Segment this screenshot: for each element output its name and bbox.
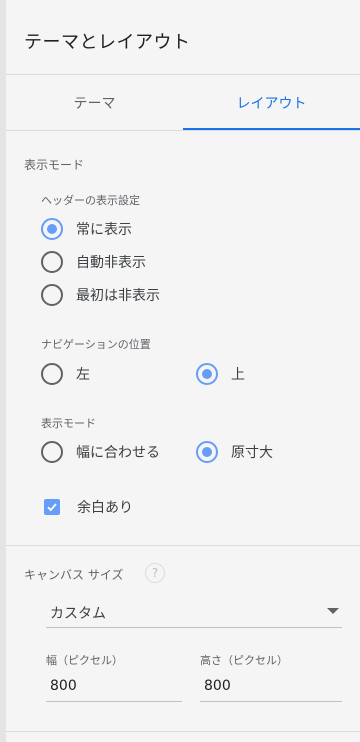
radio-label: 上 [231,367,245,383]
radio-auto-hide[interactable]: 自動非表示 [41,251,146,273]
margin-checkbox[interactable]: 余白あり [44,497,133,517]
radio-label: 最初は非表示 [76,288,160,304]
width-input[interactable]: 800 [46,674,182,702]
radio-fit-width[interactable]: 幅に合わせる [41,441,160,463]
tab-layout[interactable]: レイアウト [183,74,360,131]
radio-nav-left[interactable]: 左 [41,363,90,385]
divider [6,545,360,546]
select-value: カスタム [50,606,106,622]
tab-theme[interactable]: テーマ [6,74,183,131]
radio-unchecked-icon [41,251,63,273]
radio-label: 幅に合わせる [76,445,160,461]
canvas-size-select[interactable]: カスタム [46,594,342,628]
view-mode-label: 表示モード [41,417,96,430]
radio-label: 左 [76,367,90,383]
help-icon[interactable]: ? [145,563,165,583]
radio-label: 常に表示 [76,222,132,238]
radio-checked-icon [41,218,63,240]
header-settings-label: ヘッダーの表示設定 [41,194,140,207]
nav-position-label: ナビゲーションの位置 [41,338,151,351]
radio-label: 原寸大 [231,445,273,461]
panel-title: テーマとレイアウト [24,32,191,53]
tab-bar: テーマ レイアウト [6,74,360,131]
canvas-size-heading: キャンバス サイズ [24,568,124,582]
divider [6,731,360,732]
radio-label: 自動非表示 [76,255,146,271]
radio-unchecked-icon [41,284,63,306]
width-label: 幅（ピクセル） [46,654,123,667]
radio-checked-icon [196,363,218,385]
radio-always-show[interactable]: 常に表示 [41,218,132,240]
radio-nav-top[interactable]: 上 [196,363,245,385]
height-input[interactable]: 800 [200,674,342,702]
radio-unchecked-icon [41,363,63,385]
divider [6,130,360,131]
display-mode-heading: 表示モード [24,158,85,172]
radio-checked-icon [196,441,218,463]
theme-layout-panel: テーマとレイアウト テーマ レイアウト 表示モード ヘッダーの表示設定 常に表示… [0,0,360,742]
radio-actual-size[interactable]: 原寸大 [196,441,273,463]
radio-initially-hidden[interactable]: 最初は非表示 [41,284,160,306]
dropdown-arrow-icon [327,608,339,614]
height-label: 高さ（ピクセル） [200,654,288,667]
checkbox-label: 余白あり [77,500,133,516]
radio-unchecked-icon [41,441,63,463]
checkmark-icon [44,499,60,515]
